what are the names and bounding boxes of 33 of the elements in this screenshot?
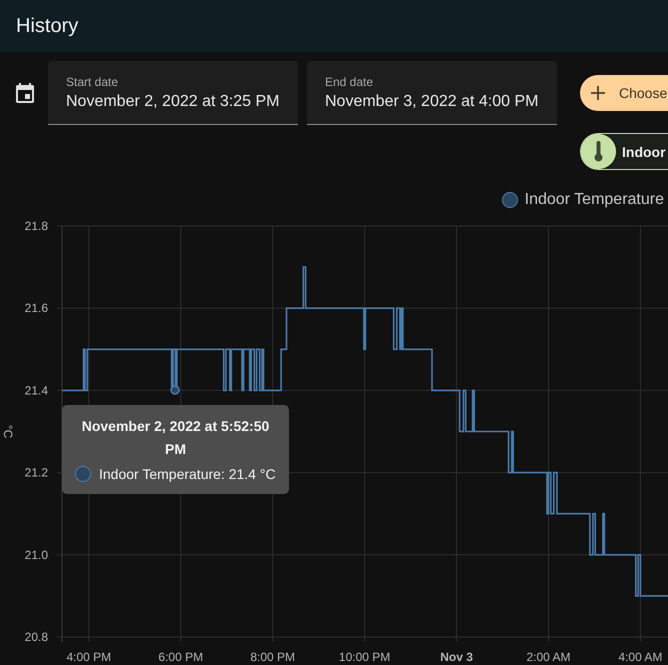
tooltip-label: Indoor Temperature: 21.4 °C <box>99 466 276 482</box>
date-field[interactable]: End date November 3, 2022 at 4:00 PM <box>307 61 557 125</box>
x-tick-label: 4:00 PM <box>66 650 112 664</box>
date-field[interactable]: Start date November 2, 2022 at 3:25 PM <box>48 61 298 125</box>
x-tick-label: 8:00 PM <box>250 650 296 664</box>
chip-label: Indoor <box>622 144 666 160</box>
y-tick-label: 21.4 <box>24 383 48 398</box>
x-tick-label: 2:00 AM <box>526 650 570 664</box>
y-tick-label: 21.0 <box>24 548 48 562</box>
page-title: History <box>16 14 78 38</box>
y-tick-label: 21.8 <box>24 219 48 233</box>
tooltip-dot <box>75 466 91 482</box>
field-label: Start date <box>66 75 120 89</box>
y-tick-label: 20.8 <box>24 630 48 644</box>
y-tick-label: 21.2 <box>24 466 48 480</box>
choose-button[interactable]: Choose <box>580 75 668 111</box>
plus-icon <box>589 84 607 102</box>
x-tick-label: Nov 3 <box>440 650 473 664</box>
thermometer-icon <box>581 134 616 169</box>
legend-dot <box>502 192 518 208</box>
calendar-icon[interactable] <box>13 81 37 105</box>
legend-label[interactable]: Indoor Temperature <box>524 191 664 209</box>
tooltip-title: November 2, 2022 at 5:52:50 PM <box>80 417 270 459</box>
field-value: November 2, 2022 at 3:25 PM <box>66 93 280 111</box>
x-tick-label: 6:00 PM <box>158 650 204 664</box>
y-axis-label: °C <box>1 424 15 438</box>
x-tick-label: 4:00 AM <box>618 650 662 664</box>
field-value: November 3, 2022 at 4:00 PM <box>325 93 539 111</box>
y-tick-label: 21.6 <box>24 301 48 316</box>
x-tick-label: 10:00 PM <box>338 650 390 664</box>
entity-chip[interactable]: Indoor <box>580 133 668 170</box>
highlight-point <box>170 385 180 395</box>
field-label: End date <box>325 75 374 89</box>
